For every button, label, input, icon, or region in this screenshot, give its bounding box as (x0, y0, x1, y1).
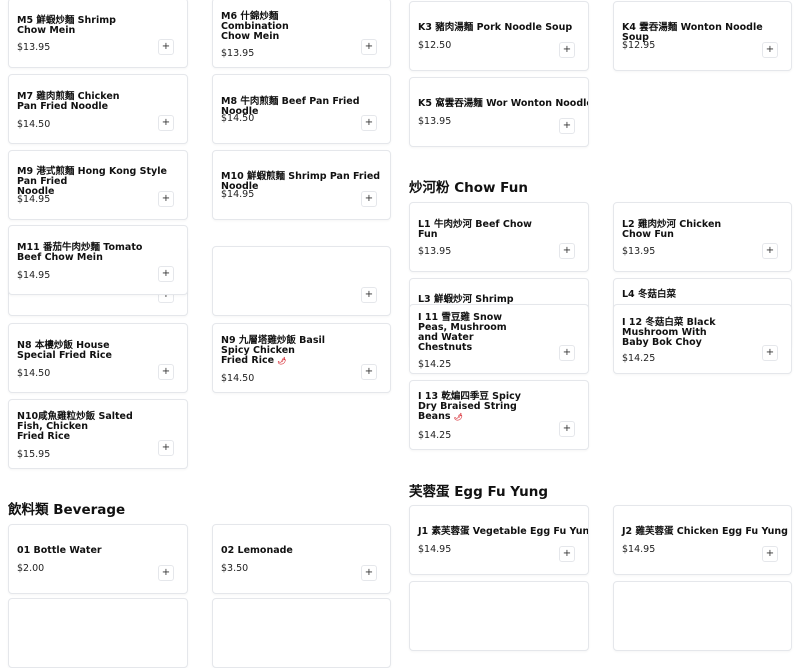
item-name: N8 本樓炒飯 House Special Fried Rice (17, 340, 112, 361)
add-to-cart-button[interactable]: + (559, 421, 575, 437)
item-name: M11 番茄牛肉炒麵 Tomato Beef Chow Mein (17, 242, 143, 263)
section-heading-egg-fu-yung: 芙蓉蛋 Egg Fu Yung (409, 484, 548, 500)
add-to-cart-button[interactable]: + (158, 565, 174, 581)
item-name: K5 窩雲吞湯麵 Wor Wonton Noodle Soup (418, 98, 588, 109)
menu-item-card[interactable]: M5 鮮蝦炒麵 Shrimp Chow Mein $13.95 + (8, 0, 188, 68)
item-name: 02 Lemonade (221, 545, 293, 556)
item-name-text: N9 九層塔雞炒飯 Basil Spicy Chicken Fried Rice (221, 335, 325, 366)
item-price: $14.95 (17, 270, 51, 281)
item-name: J2 雞芙蓉蛋 Chicken Egg Fu Yung (622, 526, 788, 537)
item-price: $14.95 (221, 189, 255, 200)
add-to-cart-button[interactable]: + (559, 345, 575, 361)
item-name: M9 港式煎麵 Hong Kong Style Pan Fried Noodle (17, 166, 167, 197)
menu-item-card[interactable]: J1 素芙蓉蛋 Vegetable Egg Fu Yung $14.95 + (409, 505, 589, 575)
menu-item-card[interactable]: M10 鮮蝦煎麵 Shrimp Pan Fried Noodle $14.95 … (212, 150, 391, 220)
section-heading-beverage: 飲料類 Beverage (8, 502, 126, 518)
item-name: M5 鮮蝦炒麵 Shrimp Chow Mein (17, 15, 116, 36)
item-name: L2 雞肉炒河 Chicken Chow Fun (622, 219, 722, 240)
menu-item-card[interactable]: M7 雞肉煎麵 Chicken Pan Fried Noodle $14.50 … (8, 74, 188, 144)
add-to-cart-button[interactable]: + (158, 191, 174, 207)
add-to-cart-button[interactable]: + (762, 243, 778, 259)
add-to-cart-button[interactable]: + (559, 118, 575, 134)
item-name: I 12 冬菇白菜 Black Mushroom With Baby Bok C… (622, 317, 716, 348)
item-name: M6 什錦炒麵 Combination Chow Mein (221, 11, 289, 42)
item-price: $12.50 (418, 40, 452, 51)
add-to-cart-button[interactable]: + (762, 546, 778, 562)
item-price: $13.95 (622, 246, 656, 257)
item-price: $14.50 (17, 368, 51, 379)
menu-item-card[interactable]: M6 什錦炒麵 Combination Chow Mein $13.95 + (212, 0, 391, 68)
menu-item-card[interactable] (409, 581, 589, 651)
chili-pepper-icon: 🌶 (453, 413, 463, 421)
add-to-cart-button[interactable]: + (158, 39, 174, 55)
add-to-cart-button[interactable]: + (361, 191, 377, 207)
menu-item-card[interactable] (212, 598, 391, 668)
menu-item-card[interactable]: 01 Bottle Water $2.00 + (8, 524, 188, 594)
item-price: $14.50 (17, 119, 51, 130)
chili-pepper-icon: 🌶 (277, 357, 287, 365)
item-price: $14.25 (418, 430, 452, 441)
menu-item-card[interactable] (8, 598, 188, 668)
menu-item-card[interactable]: J2 雞芙蓉蛋 Chicken Egg Fu Yung $14.95 + (613, 505, 792, 575)
add-to-cart-button[interactable]: + (559, 42, 575, 58)
add-to-cart-button[interactable]: + (361, 115, 377, 131)
item-name: I 13 乾煸四季豆 Spicy Dry Braised String Bean… (418, 392, 548, 422)
item-name: I 11 雪豆雞 Snow Peas, Mushroom and Water C… (418, 312, 507, 353)
menu-item-card[interactable]: I 11 雪豆雞 Snow Peas, Mushroom and Water C… (409, 304, 589, 374)
add-to-cart-button[interactable]: + (158, 364, 174, 380)
add-to-cart-button[interactable]: + (361, 364, 377, 380)
add-to-cart-button[interactable]: + (559, 243, 575, 259)
item-price: $14.95 (17, 194, 51, 205)
menu-item-card[interactable]: M9 港式煎麵 Hong Kong Style Pan Fried Noodle… (8, 150, 188, 220)
item-price: $14.95 (622, 544, 656, 555)
item-price: $12.95 (622, 40, 656, 51)
add-to-cart-button[interactable]: + (361, 565, 377, 581)
item-price: $3.50 (221, 563, 249, 574)
add-to-cart-button[interactable]: + (762, 345, 778, 361)
item-name: N10咸魚雞粒炒飯 Salted Fish, Chicken Fried Ric… (17, 411, 133, 442)
menu-item-card[interactable]: N9 九層塔雞炒飯 Basil Spicy Chicken Fried Rice… (212, 323, 391, 393)
menu-item-card[interactable]: L1 牛肉炒河 Beef Chow Fun $13.95 + (409, 202, 589, 272)
add-to-cart-button[interactable]: + (559, 546, 575, 562)
menu-item-card[interactable] (613, 581, 792, 651)
item-name: K3 豬肉湯麵 Pork Noodle Soup (418, 22, 573, 33)
add-to-cart-button[interactable]: + (762, 42, 778, 58)
menu-item-card[interactable]: N10咸魚雞粒炒飯 Salted Fish, Chicken Fried Ric… (8, 399, 188, 469)
menu-item-card[interactable]: I 13 乾煸四季豆 Spicy Dry Braised String Bean… (409, 380, 589, 450)
item-name: N9 九層塔雞炒飯 Basil Spicy Chicken Fried Rice… (221, 336, 350, 366)
menu-item-card[interactable]: + (212, 246, 391, 316)
item-name: M7 雞肉煎麵 Chicken Pan Fried Noodle (17, 91, 120, 112)
item-price: $13.95 (221, 48, 255, 59)
item-price: $14.25 (418, 359, 452, 370)
add-to-cart-button[interactable]: + (361, 39, 377, 55)
item-name: L4 冬菇白菜 (622, 289, 676, 300)
menu-item-card[interactable]: L2 雞肉炒河 Chicken Chow Fun $13.95 + (613, 202, 792, 272)
add-to-cart-button[interactable]: + (158, 266, 174, 282)
item-name-text: I 13 乾煸四季豆 Spicy Dry Braised String Bean… (418, 391, 521, 422)
add-to-cart-button[interactable]: + (158, 440, 174, 456)
item-price: $14.95 (418, 544, 452, 555)
menu-item-card[interactable]: K5 窩雲吞湯麵 Wor Wonton Noodle Soup $13.95 + (409, 77, 589, 147)
menu-item-card[interactable]: N8 本樓炒飯 House Special Fried Rice $14.50 … (8, 323, 188, 393)
item-name: L1 牛肉炒河 Beef Chow Fun (418, 219, 532, 240)
item-name: J1 素芙蓉蛋 Vegetable Egg Fu Yung (418, 526, 589, 537)
item-price: $15.95 (17, 449, 51, 460)
item-name: 01 Bottle Water (17, 545, 102, 556)
menu-item-card[interactable]: K4 雲吞湯麵 Wonton Noodle Soup $12.95 + (613, 1, 792, 71)
add-to-cart-button[interactable]: + (361, 287, 377, 303)
item-price: $13.95 (418, 246, 452, 257)
menu-item-card[interactable]: K3 豬肉湯麵 Pork Noodle Soup $12.50 + (409, 1, 589, 71)
menu-item-card[interactable]: M11 番茄牛肉炒麵 Tomato Beef Chow Mein $14.95 … (8, 225, 188, 295)
item-price: $13.95 (418, 116, 452, 127)
section-heading-chow-fun: 炒河粉 Chow Fun (409, 180, 528, 196)
item-price: $13.95 (17, 42, 51, 53)
add-to-cart-button[interactable]: + (158, 115, 174, 131)
menu-item-card[interactable]: 02 Lemonade $3.50 + (212, 524, 391, 594)
item-price: $14.25 (622, 353, 656, 364)
item-price: $2.00 (17, 563, 45, 574)
menu-item-card[interactable]: I 12 冬菇白菜 Black Mushroom With Baby Bok C… (613, 304, 792, 374)
item-price: $14.50 (221, 113, 255, 124)
item-price: $14.50 (221, 373, 255, 384)
menu-item-card[interactable]: M8 牛肉煎麵 Beef Pan Fried Noodle $14.50 + (212, 74, 391, 144)
